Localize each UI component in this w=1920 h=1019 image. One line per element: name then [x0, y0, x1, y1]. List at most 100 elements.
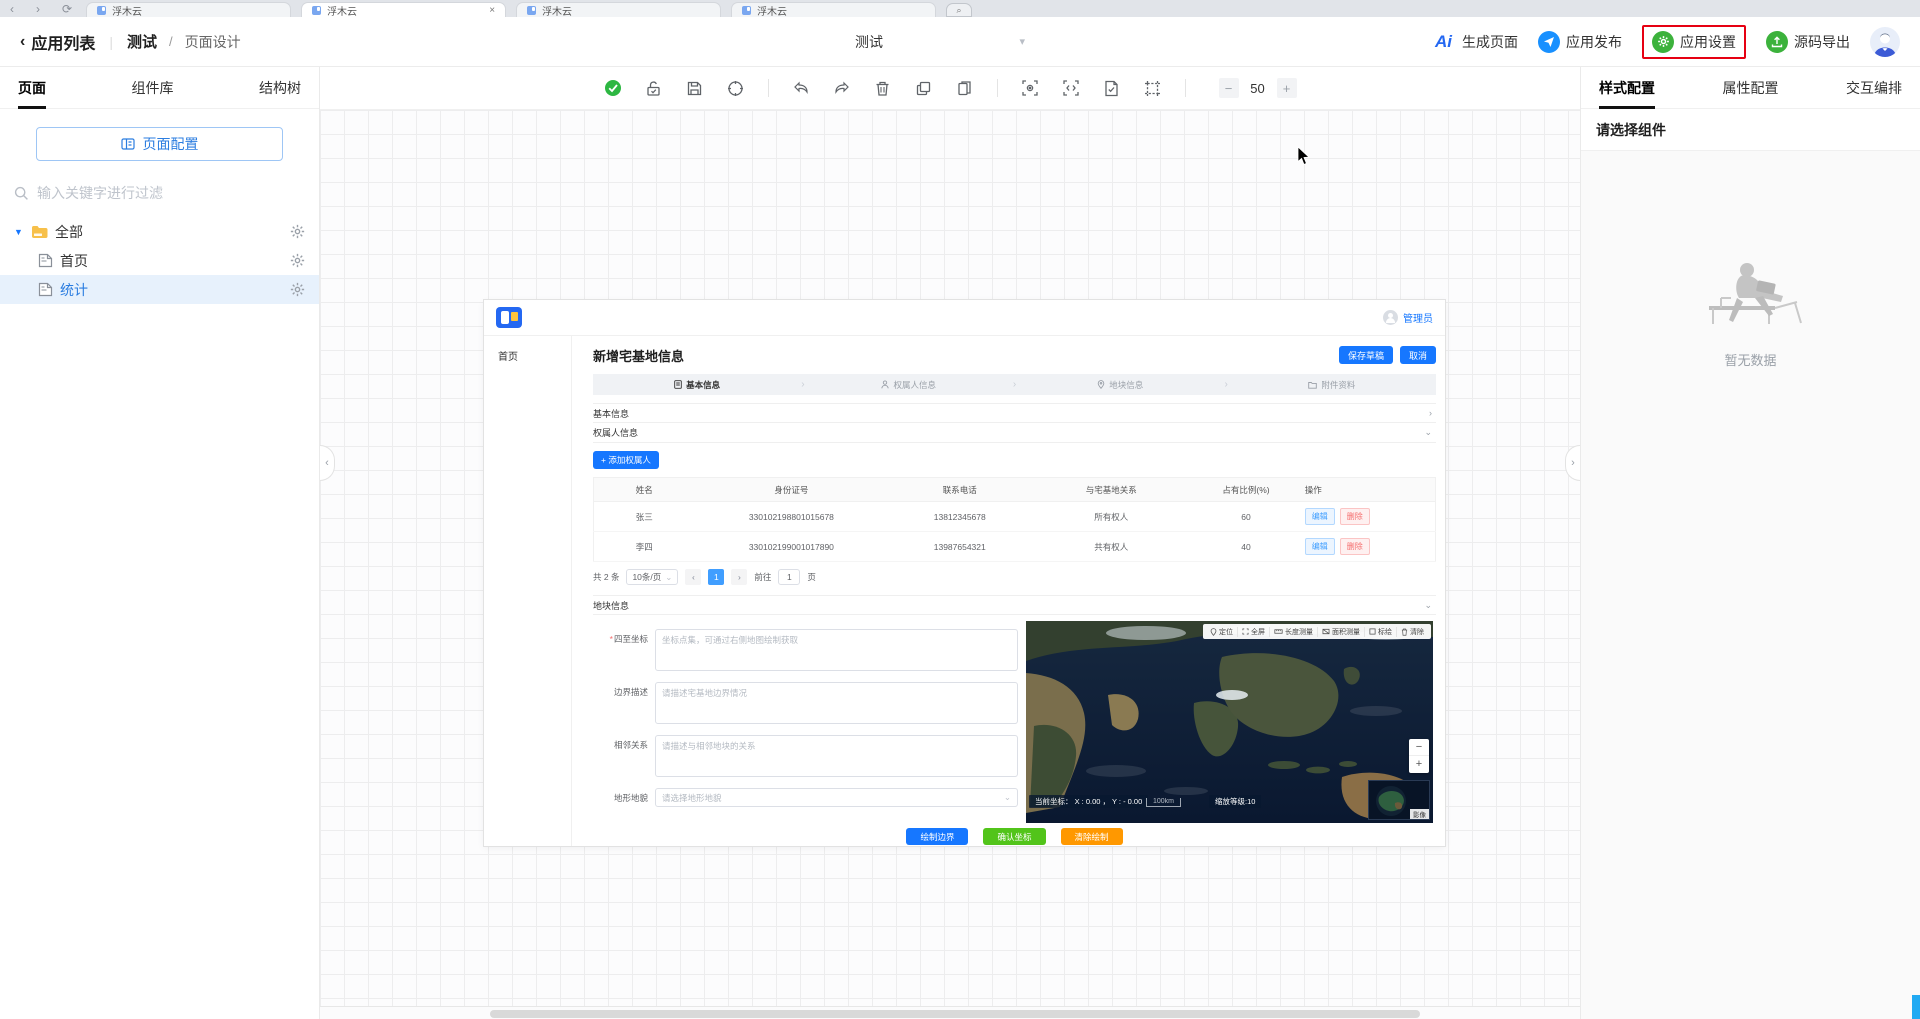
preview-user[interactable]: 管理员 [1383, 310, 1433, 325]
collapse-left-panel-handle[interactable]: ‹ [320, 445, 335, 481]
confirm-coords-button[interactable]: 确认坐标 [983, 828, 1046, 845]
page-select[interactable]: 测试 ▾ [855, 32, 1025, 52]
boundary-textarea[interactable] [655, 682, 1018, 724]
preview-scan-icon[interactable] [1021, 79, 1039, 97]
form-title: 新增宅基地信息 [593, 348, 685, 364]
step-land-info[interactable]: 地块信息 [1016, 379, 1224, 391]
map-zoom-in-button[interactable]: + [1409, 756, 1429, 773]
ai-generate-page-button[interactable]: Ai 生成页面 [1435, 32, 1518, 52]
design-canvas[interactable]: ‹ › 管理员 首页 新增宅基地信息 保存草稿 取消 基本信息 › 权属人信息 … [320, 110, 1580, 1019]
page-size-select[interactable]: 10条/页 ⌄ [626, 569, 679, 585]
page-config-button[interactable]: 页面配置 [36, 127, 283, 161]
map-fullscreen-button[interactable]: 全屏 [1238, 626, 1270, 637]
gear-icon[interactable] [290, 224, 305, 239]
app-settings-button[interactable]: 应用设置 [1652, 30, 1736, 53]
empty-state: 暂无数据 [1581, 151, 1920, 1019]
prev-page-button[interactable]: ‹ [685, 569, 702, 585]
scrollbar-thumb[interactable] [490, 1010, 1420, 1018]
tab-interaction-config[interactable]: 交互编排 [1846, 67, 1902, 109]
app-publish-button[interactable]: 应用发布 [1538, 30, 1622, 53]
map-area-measure-button[interactable]: 面积测量 [1318, 626, 1365, 637]
map-zoom-out-button[interactable]: − [1409, 739, 1429, 756]
section-land-info[interactable]: 地块信息 ⌄ [593, 595, 1436, 615]
focus-target-icon[interactable] [727, 79, 745, 97]
save-icon[interactable] [686, 79, 704, 97]
browser-forward-icon[interactable]: › [36, 2, 40, 16]
browser-tab-active[interactable]: 浮木云 × [301, 2, 507, 17]
unlock-icon[interactable] [645, 79, 663, 97]
frame-select-icon[interactable] [1144, 79, 1162, 97]
clear-drawing-button[interactable]: 清除绘制 [1060, 828, 1123, 845]
pin-icon [1098, 380, 1105, 389]
draw-boundary-button[interactable]: 绘制边界 [906, 828, 969, 845]
status-check-icon[interactable] [604, 79, 622, 97]
doc-icon [674, 380, 682, 389]
save-draft-button[interactable]: 保存草稿 [1338, 346, 1393, 364]
tab-structure-tree[interactable]: 结构树 [259, 67, 301, 109]
canvas-horizontal-scrollbar[interactable] [320, 1006, 1580, 1019]
vertical-scrollbar-thumb[interactable] [1912, 995, 1920, 1019]
delete-button[interactable]: 删除 [1339, 538, 1370, 555]
user-avatar[interactable] [1870, 26, 1900, 57]
zoom-out-button[interactable]: − [1218, 78, 1239, 98]
tree-node-label: 全部 [55, 223, 83, 240]
caret-down-icon[interactable]: ▼ [14, 227, 24, 237]
add-owner-button[interactable]: + 添加权属人 [593, 451, 659, 469]
tab-props-config[interactable]: 属性配置 [1723, 67, 1779, 109]
map-overview-thumbnail[interactable]: 影像 [1368, 780, 1430, 820]
zoom-in-button[interactable]: + [1276, 78, 1297, 98]
browser-tab[interactable]: 浮木云 [516, 2, 722, 17]
map-length-measure-button[interactable]: 长度测量 [1270, 626, 1318, 637]
current-page[interactable]: 1 [708, 569, 725, 585]
gear-icon[interactable] [290, 253, 305, 268]
map-clear-button[interactable]: 清除 [1397, 627, 1428, 637]
field-label-boundary: 边界描述 [613, 687, 648, 697]
tab-close-icon[interactable]: × [489, 5, 495, 16]
source-export-button[interactable]: 源码导出 [1766, 30, 1850, 53]
col-name: 姓名 [593, 477, 695, 502]
map-scale-bar: 100km [1146, 798, 1182, 807]
map-draw-button[interactable]: 标绘 [1365, 626, 1397, 637]
delete-icon[interactable] [874, 79, 892, 97]
back-to-app-list[interactable]: ‹ 应用列表 [20, 30, 95, 54]
next-page-button[interactable]: › [731, 569, 748, 585]
redo-icon[interactable] [833, 79, 851, 97]
tab-component-library[interactable]: 组件库 [132, 67, 174, 109]
cancel-button[interactable]: 取消 [1399, 346, 1436, 364]
section-owner-info[interactable]: 权属人信息 ⌄ [593, 423, 1436, 443]
code-view-icon[interactable] [1062, 79, 1080, 97]
browser-refresh-icon[interactable]: ⟳ [62, 2, 72, 16]
map-locate-button[interactable]: 定位 [1206, 626, 1238, 637]
gear-icon[interactable] [290, 282, 305, 297]
tree-node-home[interactable]: 首页 [0, 246, 319, 275]
tree-node-all[interactable]: ▼ 全部 [0, 217, 319, 246]
preview-nav-home[interactable]: 首页 [484, 345, 571, 365]
page-filter-input[interactable] [37, 185, 305, 201]
step-basic-info[interactable]: 基本信息 [593, 379, 801, 391]
edit-button[interactable]: 编辑 [1304, 508, 1335, 525]
collapse-right-panel-handle[interactable]: › [1565, 445, 1580, 481]
browser-tab[interactable]: 浮木云 [86, 2, 292, 17]
section-basic-info[interactable]: 基本信息 › [593, 403, 1436, 423]
paste-icon[interactable] [956, 79, 974, 97]
goto-page-input[interactable] [778, 569, 801, 585]
step-owner-info[interactable]: 权属人信息 [805, 379, 1013, 391]
undo-icon[interactable] [792, 79, 810, 97]
tab-pages[interactable]: 页面 [18, 67, 46, 109]
tree-node-statistics[interactable]: 统计 [0, 275, 319, 304]
browser-back-icon[interactable]: ‹ [10, 2, 14, 16]
terrain-select[interactable]: 请选择地形地貌 ⌄ [655, 788, 1018, 807]
adjacent-textarea[interactable] [655, 735, 1018, 777]
delete-button[interactable]: 删除 [1339, 508, 1370, 525]
coords-textarea[interactable] [655, 629, 1018, 671]
zoom-controls: − 50 + [1218, 78, 1297, 98]
page-preview[interactable]: 管理员 首页 新增宅基地信息 保存草稿 取消 基本信息 › 权属人信息 › 地块… [484, 300, 1445, 846]
copy-icon[interactable] [915, 79, 933, 97]
map-widget[interactable]: 定位 全屏 长度测量 面积测量 标绘 清除 当前坐标： X: 0.00 ， Y… [1026, 621, 1433, 823]
tab-search-icon[interactable]: ⌕ [946, 3, 973, 17]
edit-button[interactable]: 编辑 [1304, 538, 1335, 555]
browser-tab[interactable]: 浮木云 [731, 2, 937, 17]
tab-style-config[interactable]: 样式配置 [1599, 67, 1655, 109]
step-attachments[interactable]: 附件资料 [1228, 379, 1436, 391]
page-check-icon[interactable] [1103, 79, 1121, 97]
